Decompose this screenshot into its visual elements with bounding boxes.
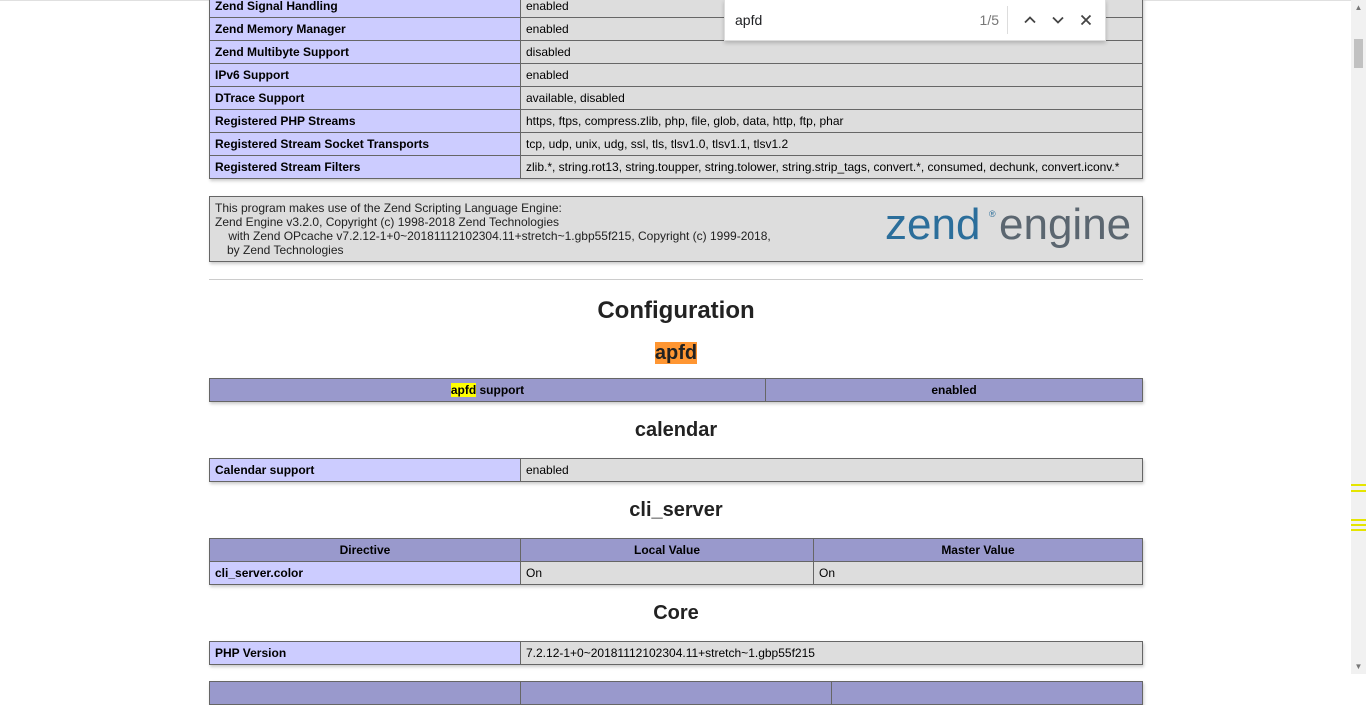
apfd-support-rest: support (476, 383, 525, 397)
core-heading: Core (653, 602, 699, 624)
core-directive-table (209, 681, 1143, 705)
row-label: Registered Stream Filters (209, 155, 521, 179)
table-row: IPv6 Support enabled (209, 63, 1143, 87)
row-label: Zend Multibyte Support (209, 40, 521, 64)
configuration-heading: Configuration (597, 297, 755, 324)
row-value: tcp, udp, unix, udg, ssl, tls, tlsv1.0, … (520, 132, 1143, 156)
engine-line-1: This program makes use of the Zend Scrip… (215, 201, 562, 215)
vertical-scrollbar[interactable]: ▲ ▼ (1351, 0, 1366, 674)
column-header-directive: Directive (209, 538, 521, 562)
column-header-local-value: Local Value (520, 538, 814, 562)
row-label: PHP Version (209, 641, 521, 665)
engine-line-2: Zend Engine v3.2.0, Copyright (c) 1998-2… (215, 215, 559, 229)
phpinfo-page: Zend Signal Handling enabled Zend Memory M… (209, 0, 1143, 705)
table-header-row: Directive Local Value Master Value (209, 538, 1143, 562)
table-row: Registered Stream Socket Transports tcp, … (209, 132, 1143, 156)
scroll-up-arrow-icon[interactable]: ▲ (1351, 0, 1366, 15)
apfd-support-value: enabled (765, 378, 1143, 402)
row-label: Zend Signal Handling (209, 0, 521, 18)
row-label: cli_server.color (209, 561, 521, 585)
table-row: Zend Multibyte Support disabled (209, 40, 1143, 64)
cli-server-table: Directive Local Value Master Value cli_s… (209, 538, 1143, 585)
engine-line-3: with Zend OPcache v7.2.12-1+0~2018111210… (215, 229, 775, 257)
find-match-count: 1/5 (979, 12, 999, 28)
close-icon (1080, 14, 1092, 26)
row-local-value: On (520, 561, 814, 585)
find-previous-button[interactable] (1016, 6, 1044, 34)
chevron-up-icon (1024, 16, 1036, 24)
find-bar: 1/5 (724, 0, 1106, 41)
cut-off-header (520, 681, 832, 705)
find-next-button[interactable] (1044, 6, 1072, 34)
table-row: Calendar support enabled (209, 458, 1143, 482)
chevron-down-icon (1052, 16, 1064, 24)
search-match-marker (1351, 524, 1366, 526)
row-value: disabled (520, 40, 1143, 64)
row-master-value: On (813, 561, 1143, 585)
row-value: enabled (520, 63, 1143, 87)
row-label: Registered PHP Streams (209, 109, 521, 133)
cut-off-header (209, 681, 521, 705)
table-row: apfd support enabled (209, 378, 1143, 402)
row-label: DTrace Support (209, 86, 521, 110)
section-divider (209, 279, 1143, 280)
cli-server-heading: cli_server (629, 499, 723, 521)
engine-line-3-text: with Zend OPcache v7.2.12-1+0~2018111210… (227, 229, 771, 257)
table-row: DTrace Support available, disabled (209, 86, 1143, 110)
row-value: enabled (520, 458, 1143, 482)
scrollbar-thumb[interactable] (1354, 39, 1363, 68)
table-row: Registered Stream Filters zlib.*, string.… (209, 155, 1143, 179)
row-label: Calendar support (209, 458, 521, 482)
table-row: cli_server.color On On (209, 561, 1143, 585)
calendar-table: Calendar support enabled (209, 458, 1143, 482)
logo-registered-mark: ® (989, 209, 996, 219)
search-match-marker (1351, 484, 1366, 486)
table-header-row (209, 681, 1143, 705)
find-input[interactable] (733, 11, 967, 29)
cut-off-header (831, 681, 1143, 705)
find-divider (1007, 6, 1008, 34)
apfd-heading: apfd (209, 328, 1143, 378)
row-value: zlib.*, string.rot13, string.toupper, st… (520, 155, 1143, 179)
search-match-marker (1351, 519, 1366, 521)
search-match-marker (1351, 529, 1366, 531)
row-value: 7.2.12-1+0~20181112102304.11+stretch~1.g… (520, 641, 1143, 665)
find-close-button[interactable] (1072, 6, 1100, 34)
zend-engine-credits: This program makes use of the Zend Scrip… (215, 201, 775, 257)
zend-engine-box: This program makes use of the Zend Scrip… (209, 196, 1143, 262)
search-match: apfd (450, 383, 477, 397)
calendar-heading: calendar (634, 419, 718, 441)
column-header-master-value: Master Value (813, 538, 1143, 562)
logo-zend-word: zend (885, 201, 980, 249)
row-value: https, ftps, compress.zlib, php, file, g… (520, 109, 1143, 133)
row-label: Registered Stream Socket Transports (209, 132, 521, 156)
row-label: Zend Memory Manager (209, 17, 521, 41)
search-match-marker (1351, 490, 1366, 492)
table-row: Registered PHP Streams https, ftps, compr… (209, 109, 1143, 133)
row-value: available, disabled (520, 86, 1143, 110)
zend-engine-logo[interactable]: zend ® engine (885, 200, 1137, 254)
current-search-match: apfd (654, 342, 698, 364)
apfd-support-label: apfd support (209, 378, 766, 402)
table-row: PHP Version 7.2.12-1+0~20181112102304.11… (209, 641, 1143, 665)
scroll-down-arrow-icon[interactable]: ▼ (1351, 659, 1366, 674)
row-label: IPv6 Support (209, 63, 521, 87)
logo-engine-word: engine (999, 201, 1131, 249)
apfd-table: apfd support enabled (209, 378, 1143, 402)
core-table: PHP Version 7.2.12-1+0~20181112102304.11… (209, 641, 1143, 665)
